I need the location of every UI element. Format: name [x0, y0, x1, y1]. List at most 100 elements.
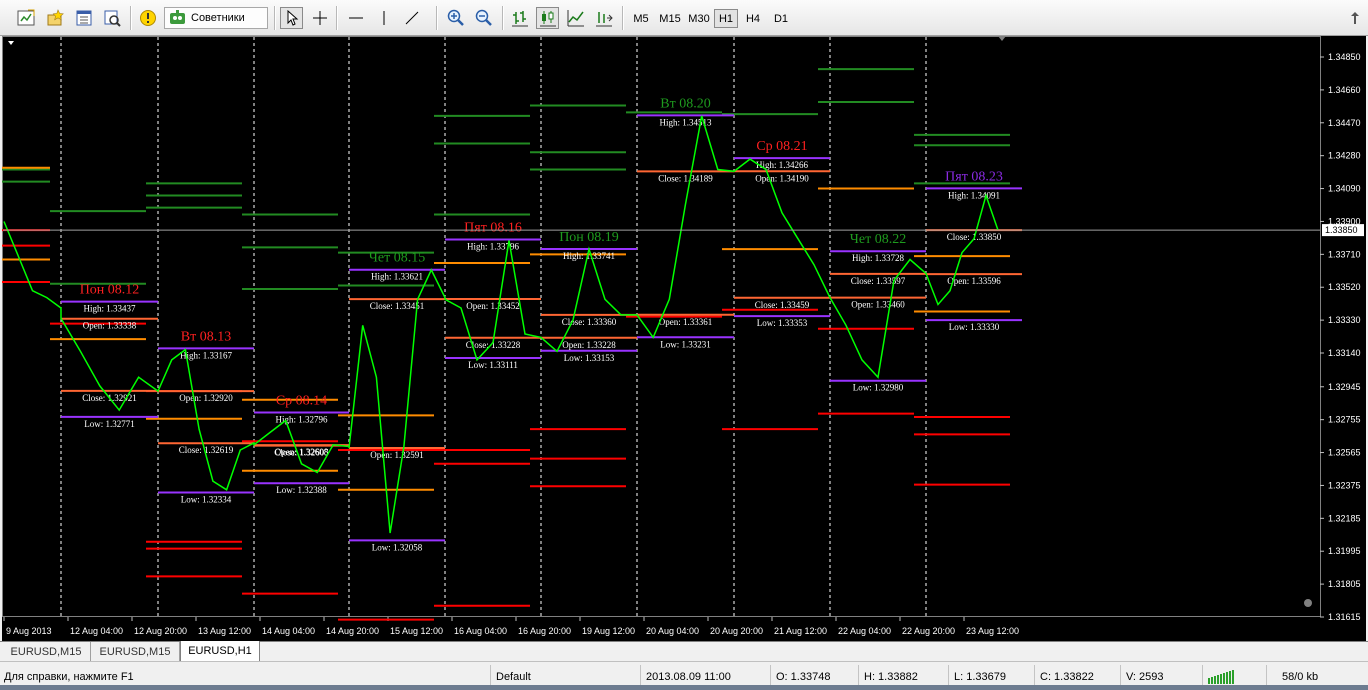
current-price-label: 1.33850: [1325, 225, 1358, 235]
skull-icon: [1304, 599, 1312, 607]
day-title: Чет 08.22: [850, 232, 906, 247]
price-axis-label: 1.34090: [1328, 184, 1361, 194]
price-axis-label: 1.32375: [1328, 480, 1361, 490]
price-axis-label: 1.33520: [1328, 282, 1361, 292]
chart-menu-icon: [8, 41, 14, 45]
price-axis-label: 1.31615: [1328, 612, 1361, 622]
timeframe-d1[interactable]: D1: [768, 9, 794, 28]
tab-eurusd-h1[interactable]: EURUSD,H1: [180, 641, 260, 662]
time-axis-label: 22 Aug 20:00: [902, 626, 955, 636]
day-title: Ср 08.21: [756, 139, 807, 154]
warning-icon[interactable]: [136, 7, 159, 29]
bar-chart-icon[interactable]: [508, 7, 531, 29]
timeframe-m5[interactable]: M5: [628, 9, 654, 28]
time-axis-label: 20 Aug 04:00: [646, 626, 699, 636]
auto-scroll-icon[interactable]: [592, 7, 615, 29]
status-volume: V: 2593: [1126, 670, 1164, 683]
price-axis-label: 1.32565: [1328, 448, 1361, 458]
timeframe-m15[interactable]: M15: [656, 9, 684, 28]
day-low-label: Low: 1.32980: [853, 383, 904, 393]
cursor-tool-icon[interactable]: [280, 7, 303, 29]
status-datetime: 2013.08.09 11:00: [646, 670, 731, 683]
time-axis-label: 14 Aug 20:00: [326, 626, 379, 636]
chart-canvas[interactable]: 1.348501.346601.344701.342801.340901.339…: [2, 36, 1366, 641]
price-series: [3, 115, 999, 534]
timeframe-h1[interactable]: H1: [714, 9, 738, 28]
day-high-label: High: 1.33167: [180, 350, 233, 360]
price-axis-label: 1.34280: [1328, 151, 1361, 161]
day-low-label: Low: 1.33111: [468, 360, 518, 370]
day-title: Чет 08.15: [369, 251, 425, 266]
day-open-label: Open: 1.33361: [659, 317, 713, 327]
status-high: H: 1.33882: [864, 670, 918, 683]
time-axis-label: 12 Aug 20:00: [134, 626, 187, 636]
trendline-tool-icon[interactable]: [400, 7, 423, 29]
day-open-label: Open: 1.33596: [947, 276, 1001, 286]
day-low-label: Low: 1.33330: [949, 322, 1000, 332]
zoom-in-icon[interactable]: [444, 7, 467, 29]
zoom-out-icon[interactable]: [472, 7, 495, 29]
day-low-label: Low: 1.32771: [84, 419, 135, 429]
day-open-label: Open: 1.32591: [370, 450, 424, 460]
day-high-label: High: 1.33728: [852, 253, 905, 263]
day-title: Пон 08.12: [80, 283, 140, 298]
vertical-line-tool-icon[interactable]: [372, 7, 395, 29]
price-axis-label: 1.33140: [1328, 348, 1361, 358]
market-watch-icon[interactable]: [72, 7, 95, 29]
time-axis-label: 12 Aug 04:00: [70, 626, 123, 636]
price-axis-label: 1.34660: [1328, 85, 1361, 95]
new-chart-icon[interactable]: [14, 7, 37, 29]
expert-advisors-button[interactable]: Советники: [164, 7, 268, 29]
day-close-label: Close: 1.33459: [755, 300, 810, 310]
time-axis-label: 14 Aug 04:00: [262, 626, 315, 636]
time-axis-label: 21 Aug 12:00: [774, 626, 827, 636]
price-axis-label: 1.32755: [1328, 415, 1361, 425]
day-title: Ср 08.14: [276, 394, 327, 409]
connection-bars-icon[interactable]: [1208, 668, 1238, 685]
day-open-label: Open: 1.32920: [179, 393, 233, 403]
taskbar-strip: [0, 685, 1368, 690]
day-low-label: Low: 1.33153: [564, 353, 615, 363]
time-axis-label: 9 Aug 2013: [6, 626, 52, 636]
status-help-text: Для справки, нажмите F1: [4, 670, 134, 683]
price-axis-label: 1.34470: [1328, 118, 1361, 128]
crosshair-tool-icon[interactable]: [308, 7, 331, 29]
tab-eurusd-m15-1[interactable]: EURUSD,M15: [2, 642, 91, 661]
day-low-label: Low: 1.32058: [372, 542, 423, 552]
day-low-label: Low: 1.32388: [276, 485, 327, 495]
horizontal-line-tool-icon[interactable]: [344, 7, 367, 29]
tab-eurusd-m15-2[interactable]: EURUSD,M15: [91, 642, 180, 661]
time-axis-label: 15 Aug 12:00: [390, 626, 443, 636]
profiles-icon[interactable]: [44, 7, 67, 29]
line-chart-icon[interactable]: [564, 7, 587, 29]
day-title: Пят 08.16: [464, 220, 522, 235]
status-close: C: 1.33822: [1040, 670, 1094, 683]
status-traffic: 58/0 kb: [1282, 670, 1319, 683]
price-axis-label: 1.32945: [1328, 382, 1361, 392]
time-axis-label: 20 Aug 20:00: [710, 626, 763, 636]
status-open: O: 1.33748: [776, 670, 831, 683]
expert-advisors-icon: [170, 10, 185, 24]
day-title: Пон 08.19: [559, 230, 619, 245]
day-low-label: Low: 1.33353: [757, 318, 808, 328]
time-axis-label: 19 Aug 12:00: [582, 626, 635, 636]
day-low-label: Low: 1.32334: [181, 495, 232, 505]
timeframe-h4[interactable]: H4: [740, 9, 766, 28]
candlestick-chart-icon[interactable]: [536, 7, 559, 29]
day-open-label: Open: 1.33228: [562, 340, 616, 350]
data-window-icon[interactable]: [100, 7, 123, 29]
price-axis-label: 1.31805: [1328, 579, 1361, 589]
price-chart[interactable]: 1.34850 1.34660 1.34470 1.34280 1.34090 1.339…: [2, 36, 1366, 641]
time-axis-label: 22 Aug 04:00: [838, 626, 891, 636]
day-open-label: Open: 1.33460: [851, 300, 905, 310]
toolbar-overflow-icon[interactable]: [1343, 7, 1366, 29]
day-high-label: High: 1.33621: [371, 272, 423, 282]
day-title: Вт 08.20: [660, 96, 710, 111]
day-high-label: High: 1.33437: [83, 304, 136, 314]
timeframe-m30[interactable]: M30: [685, 9, 713, 28]
price-axis-label: 1.34850: [1328, 52, 1361, 62]
shift-marker-icon: [998, 36, 1006, 41]
expert-advisors-label: Советники: [191, 12, 245, 24]
status-profile: Default: [496, 670, 531, 683]
time-axis-label: 16 Aug 20:00: [518, 626, 571, 636]
